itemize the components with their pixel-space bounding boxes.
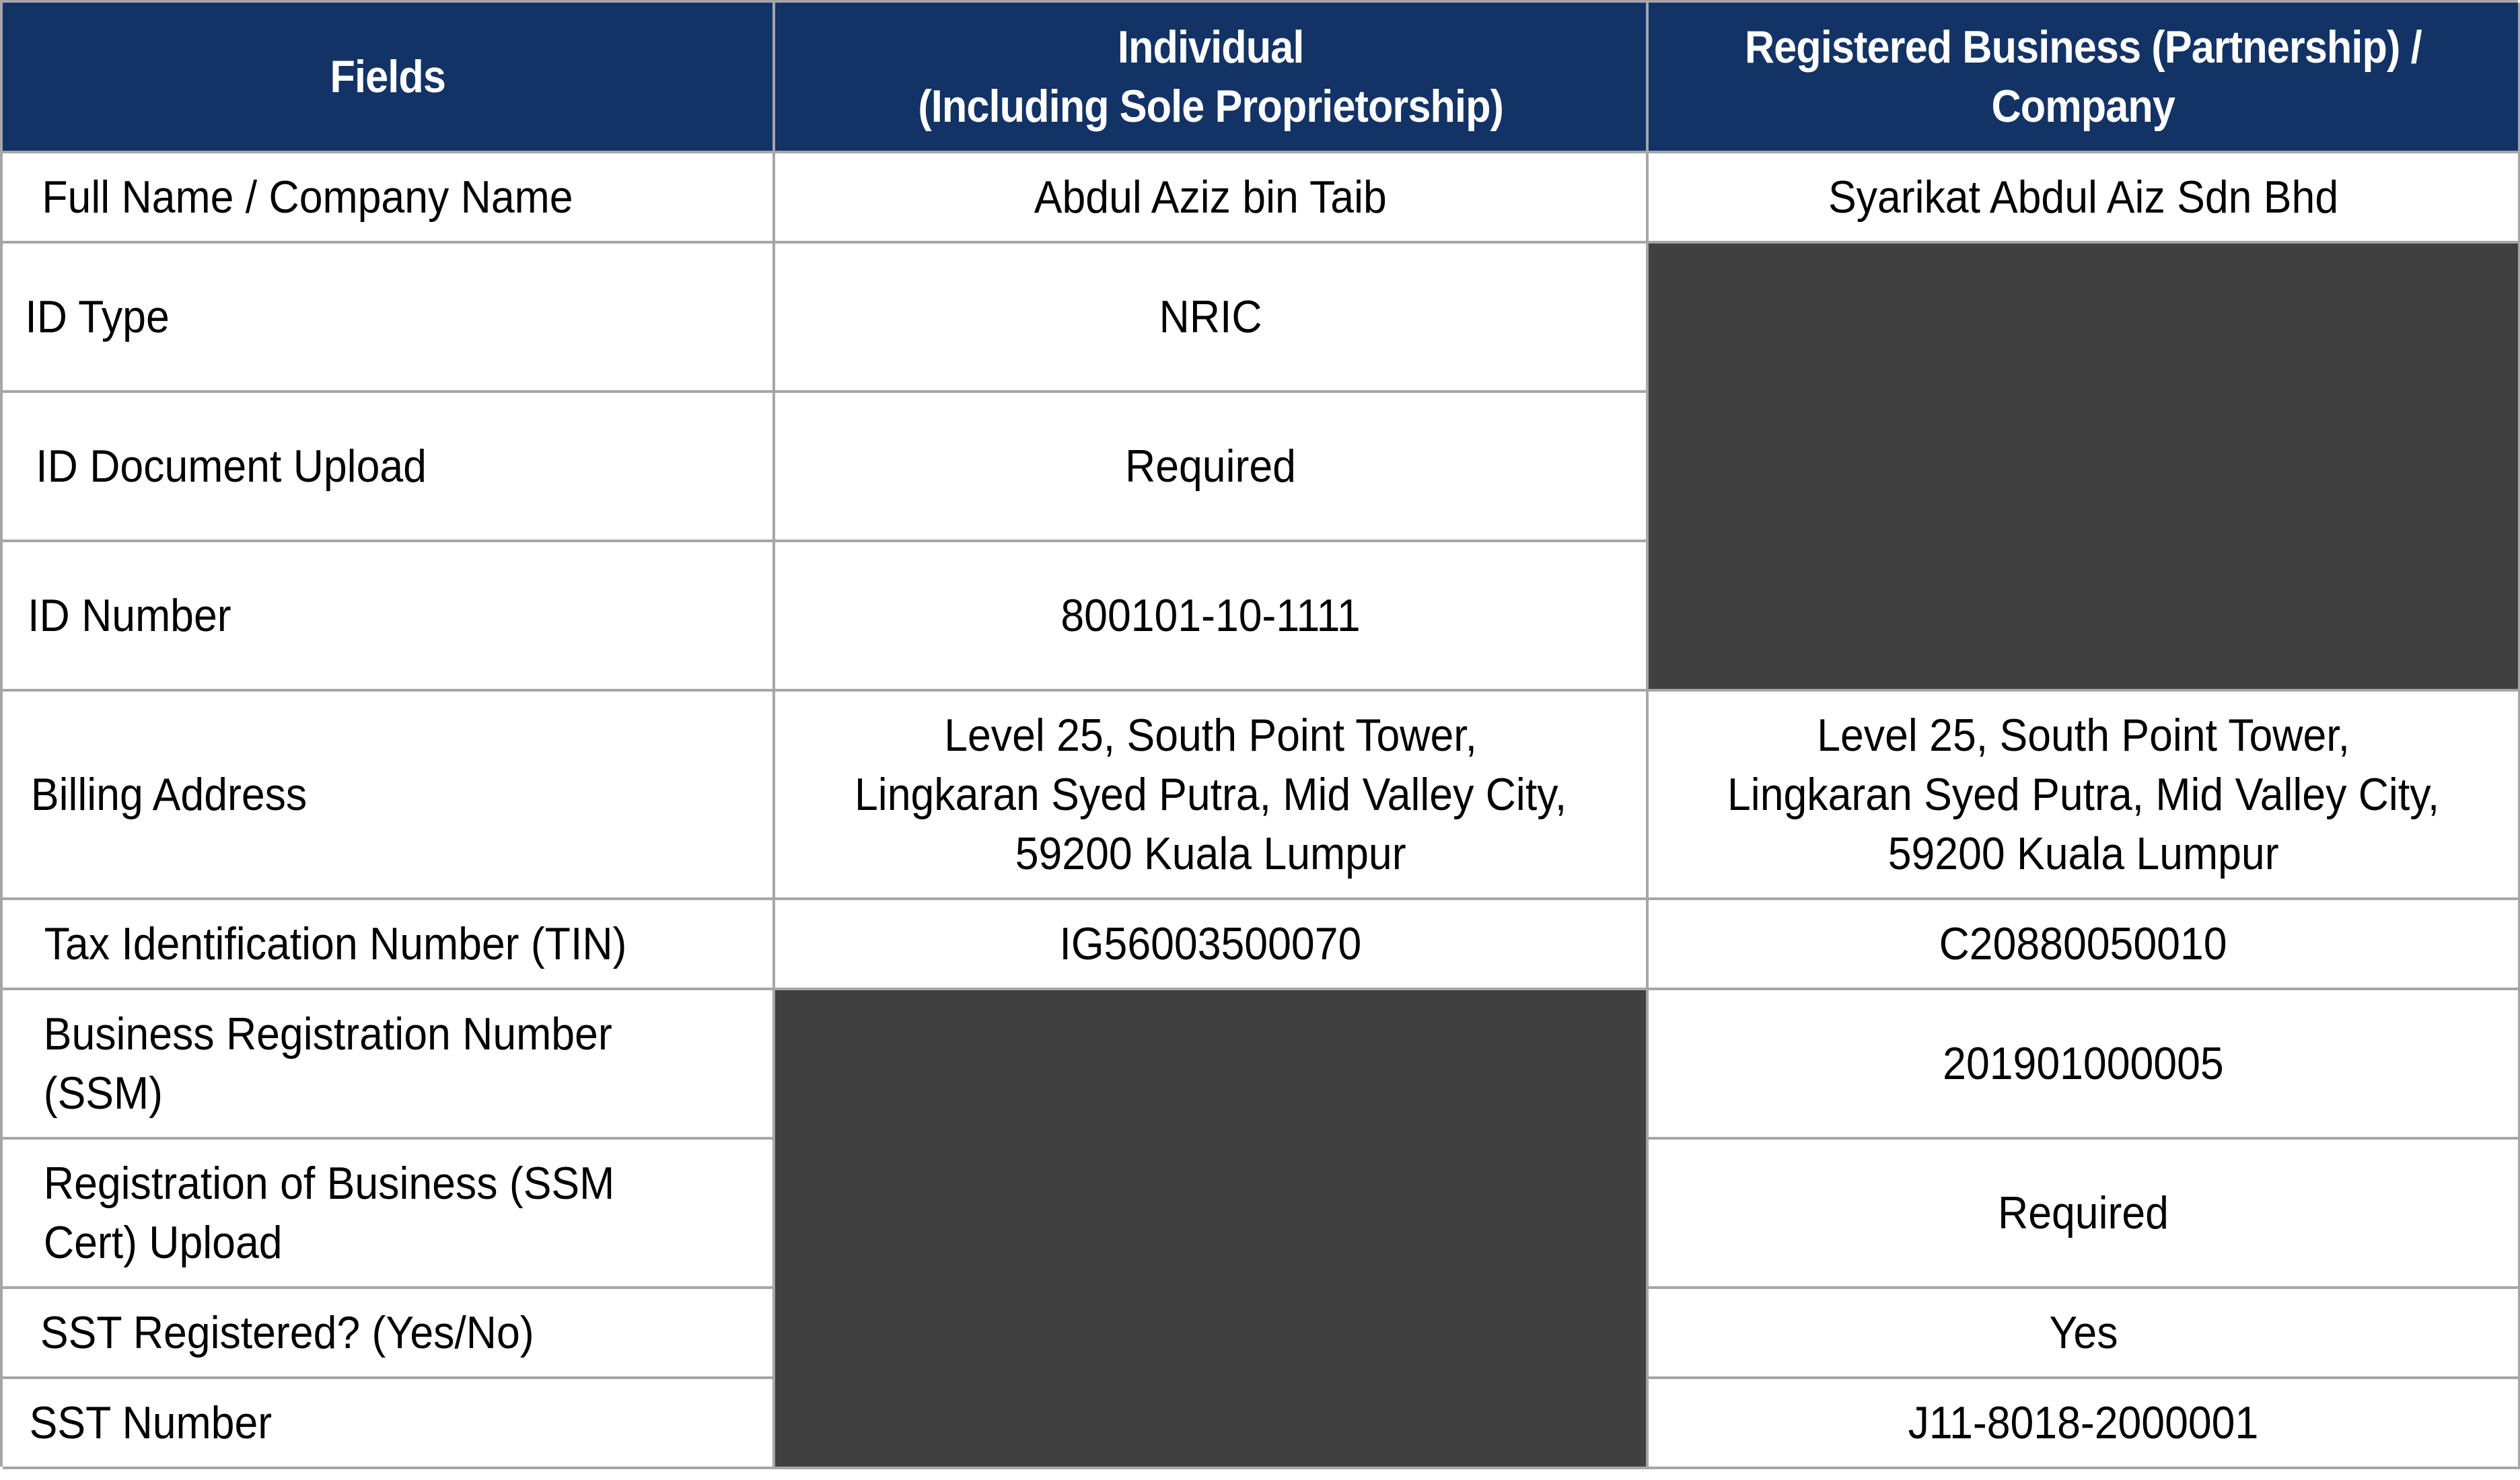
field-label-text: Registration of Business (SSM Cert) Uplo…: [43, 1158, 615, 1268]
field-label-id-type: ID Type: [3, 244, 775, 393]
cell-value: Required: [1998, 1187, 2169, 1238]
cell-value: Required: [1125, 441, 1296, 492]
cell-value: 201901000005: [1943, 1038, 2224, 1089]
field-label-text: ID Document Upload: [36, 441, 427, 492]
cell-value: NRIC: [1159, 291, 1262, 342]
field-label-billing-address: Billing Address: [3, 692, 775, 900]
cell-value: 800101-10-1111: [1060, 590, 1361, 641]
cell-value: J11-8018-2000001: [1908, 1397, 2259, 1448]
field-label-text: Tax Identification Number (TIN): [44, 918, 627, 969]
header-fields-label: Fields: [330, 51, 445, 102]
business-tin: C20880050010: [1649, 900, 2520, 990]
business-ssm-cert-upload: Required: [1649, 1140, 2520, 1289]
field-label-id-number: ID Number: [3, 542, 775, 692]
field-label-text: Business Registration Number (SSM): [43, 1008, 612, 1119]
individual-id-document-upload: Required: [775, 393, 1649, 542]
business-billing-address: Level 25, South Point Tower, Lingkaran S…: [1649, 692, 2520, 900]
field-label-id-document-upload: ID Document Upload: [3, 393, 775, 542]
header-fields: Fields: [3, 3, 775, 153]
cell-value: IG56003500070: [1059, 918, 1362, 969]
header-individual-label: Individual (Including Sole Proprietorshi…: [918, 22, 1504, 132]
field-label-text: Billing Address: [30, 769, 308, 820]
individual-billing-address: Level 25, South Point Tower, Lingkaran S…: [775, 692, 1649, 900]
individual-id-number: 800101-10-1111: [775, 542, 1649, 692]
field-label-full-name: Full Name / Company Name: [3, 153, 775, 244]
field-label-sst-number: SST Number: [3, 1379, 775, 1469]
field-label-text: ID Number: [28, 590, 231, 641]
field-label-text: ID Type: [25, 291, 170, 342]
header-business-label: Registered Business (Partnership) / Comp…: [1745, 22, 2422, 132]
business-sst-registered: Yes: [1649, 1289, 2520, 1379]
cell-value: Level 25, South Point Tower, Lingkaran S…: [1727, 710, 2440, 879]
field-label-ssm-cert-upload: Registration of Business (SSM Cert) Uplo…: [3, 1140, 775, 1289]
business-registration-number: 201901000005: [1649, 990, 2520, 1140]
cell-value: C20880050010: [1939, 918, 2227, 969]
field-label-business-registration-number: Business Registration Number (SSM): [3, 990, 775, 1140]
business-sst-number: J11-8018-2000001: [1649, 1379, 2520, 1469]
cell-value: Syarikat Abdul Aiz Sdn Bhd: [1828, 172, 2339, 223]
field-label-text: Full Name / Company Name: [42, 172, 573, 223]
cell-value: Yes: [2048, 1307, 2118, 1358]
business-company-name: Syarikat Abdul Aiz Sdn Bhd: [1649, 153, 2520, 244]
header-individual: Individual (Including Sole Proprietorshi…: [775, 3, 1649, 153]
individual-not-applicable-block: [775, 990, 1649, 1469]
field-label-tin: Tax Identification Number (TIN): [3, 900, 775, 990]
individual-full-name: Abdul Aziz bin Taib: [775, 153, 1649, 244]
cell-value: Level 25, South Point Tower, Lingkaran S…: [854, 710, 1567, 879]
field-label-text: SST Number: [29, 1397, 273, 1448]
cell-value: Abdul Aziz bin Taib: [1034, 172, 1387, 223]
individual-id-type: NRIC: [775, 244, 1649, 393]
business-not-applicable-block: [1649, 244, 2520, 692]
field-label-text: SST Registered? (Yes/No): [40, 1307, 534, 1358]
field-label-sst-registered: SST Registered? (Yes/No): [3, 1289, 775, 1379]
individual-tin: IG56003500070: [775, 900, 1649, 990]
header-business: Registered Business (Partnership) / Comp…: [1649, 3, 2520, 153]
customer-fields-table: Fields Individual (Including Sole Propri…: [0, 0, 2520, 1469]
